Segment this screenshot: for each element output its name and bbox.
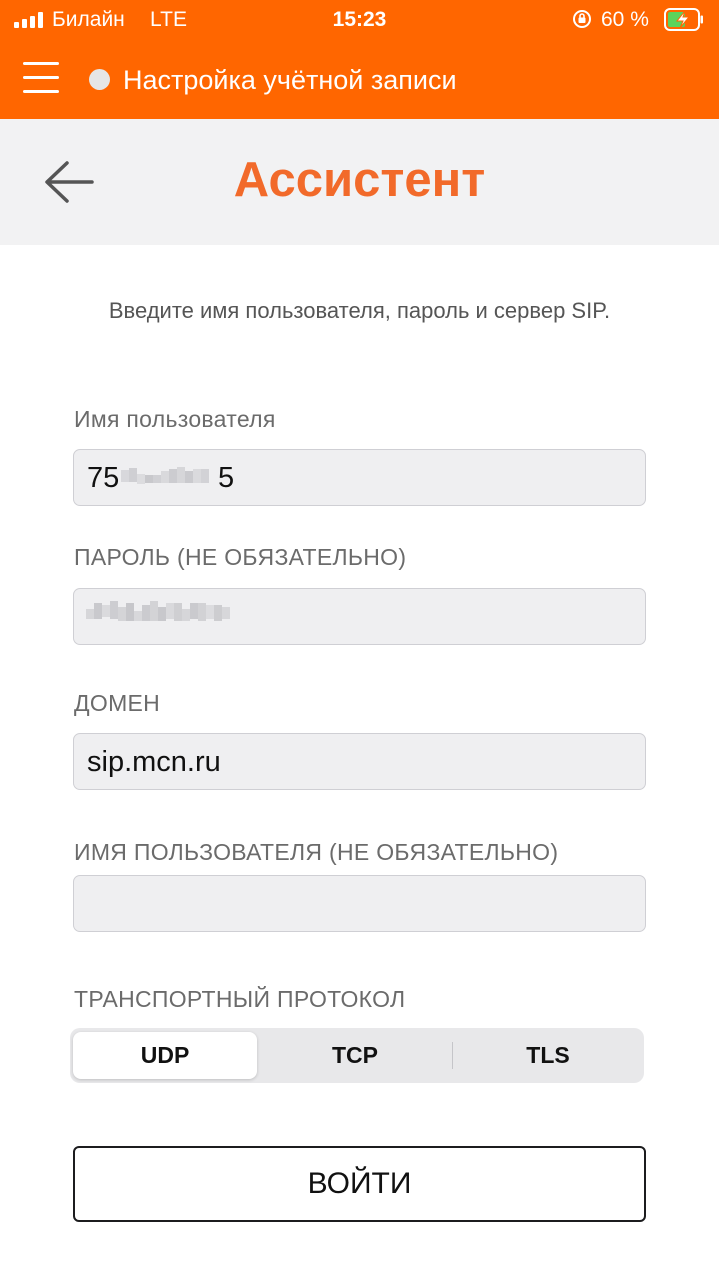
username-label: Имя пользователя: [74, 406, 276, 432]
domain-label: ДОМЕН: [74, 690, 161, 716]
transport-segmented-control: UDP TCP TLS: [70, 1028, 644, 1083]
battery-percent: 60 %: [601, 8, 649, 31]
transport-label: ТРАНСПОРТНЫЙ ПРОТОКОЛ: [74, 986, 406, 1012]
auth-username-field[interactable]: [73, 875, 646, 932]
password-field[interactable]: [73, 588, 646, 645]
status-dot-icon: [89, 69, 110, 90]
transport-option-tls[interactable]: TLS: [454, 1032, 642, 1079]
username-masked: [121, 465, 209, 493]
menu-icon[interactable]: [23, 60, 59, 96]
username-prefix: 75: [87, 462, 120, 494]
password-label: ПАРОЛЬ (НЕ ОБЯЗАТЕЛЬНО): [74, 544, 407, 570]
instructions-text: Введите имя пользователя, пароль и серве…: [108, 298, 611, 323]
transport-option-tcp[interactable]: TCP: [260, 1032, 450, 1079]
domain-field[interactable]: sip.mcn.ru: [73, 733, 646, 790]
top-bar: Билайн LTE 15:23 60 % Настройка учётной …: [0, 0, 719, 119]
username-suffix: 5: [218, 462, 235, 494]
auth-username-label: ИМЯ ПОЛЬЗОВАТЕЛЯ (НЕ ОБЯЗАТЕЛЬНО): [74, 839, 559, 865]
battery-charging-icon: [664, 8, 703, 31]
app-bar-title: Настройка учётной записи: [123, 65, 457, 95]
username-field[interactable]: 75 5: [73, 449, 646, 506]
rotation-lock-icon: [573, 10, 591, 28]
assistant-header: Ассистент: [0, 119, 719, 245]
password-masked: [86, 601, 230, 629]
app-bar: Настройка учётной записи: [0, 40, 719, 119]
page-title: Ассистент: [233, 153, 486, 207]
segment-divider: [452, 1042, 453, 1069]
status-bar: Билайн LTE 15:23 60 %: [0, 0, 719, 40]
login-button[interactable]: ВОЙТИ: [73, 1146, 646, 1222]
transport-option-udp[interactable]: UDP: [73, 1032, 257, 1079]
domain-value: sip.mcn.ru: [87, 746, 221, 778]
